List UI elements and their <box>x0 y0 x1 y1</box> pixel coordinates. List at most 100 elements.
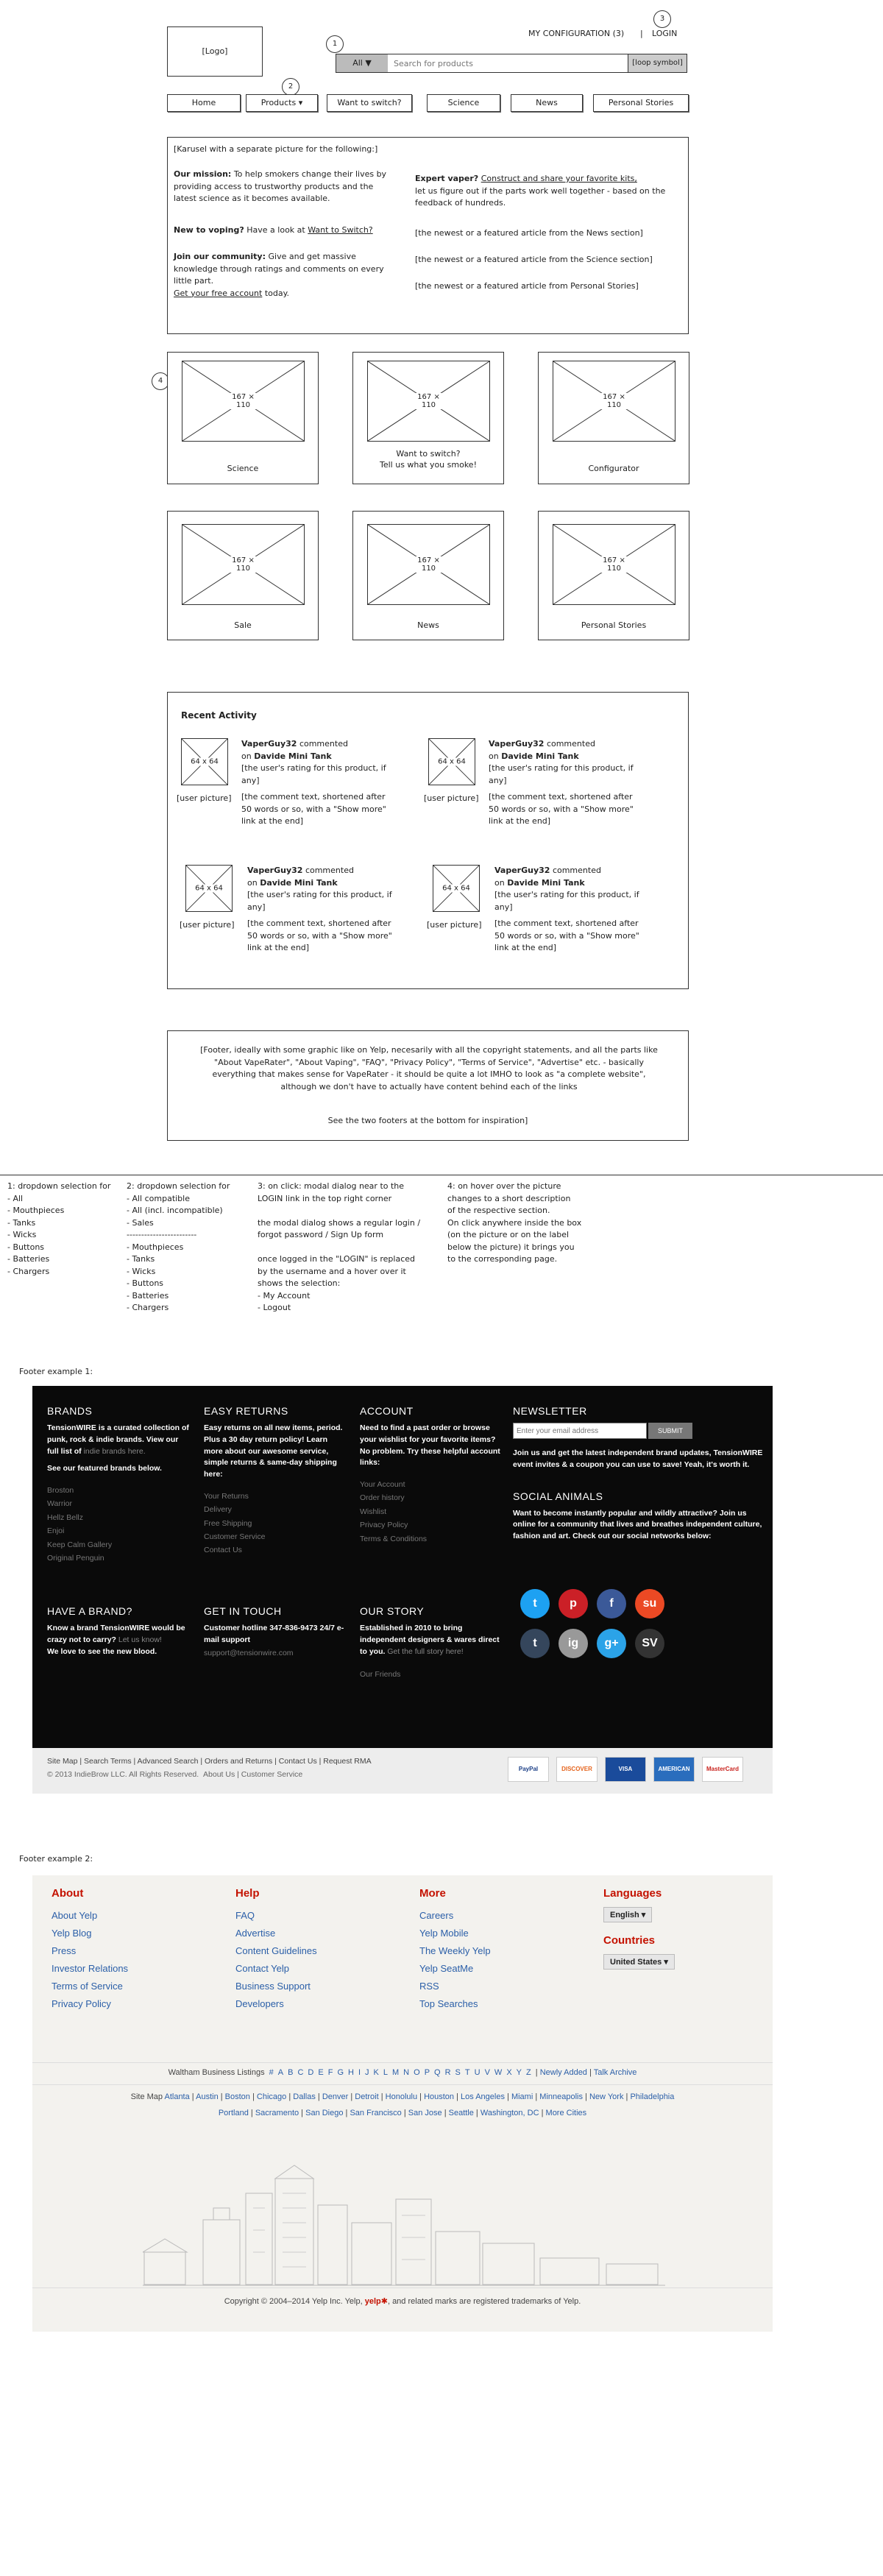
carousel-item-stories[interactable]: [the newest or a featured article from P… <box>415 280 639 293</box>
social-icon[interactable]: t <box>520 1629 550 1658</box>
account-link[interactable]: Wishlist <box>360 1505 504 1518</box>
brand-link[interactable]: Hellz Bellz <box>47 1511 191 1524</box>
city-link[interactable]: Los Angeles <box>461 2092 505 2101</box>
carousel-item-news[interactable]: [the newest or a featured article from t… <box>415 227 643 240</box>
nav-news[interactable]: News <box>511 94 583 112</box>
talk-archive-link[interactable]: Talk Archive <box>594 2068 637 2077</box>
newsletter-email-input[interactable] <box>513 1423 647 1439</box>
returns-link[interactable]: Contact Us <box>204 1543 348 1557</box>
city-link[interactable]: Honolulu <box>386 2092 417 2101</box>
social-icon[interactable]: su <box>635 1589 664 1618</box>
city-link[interactable]: Atlanta <box>164 2092 189 2101</box>
language-select[interactable]: English ▾ <box>603 1907 653 1922</box>
construct-kits-link[interactable]: Construct and share your favorite kits, <box>481 174 637 183</box>
nav-home[interactable]: Home <box>167 94 241 112</box>
letter-link[interactable]: Y <box>517 2068 522 2077</box>
about-link[interactable]: Investor Relations <box>52 1960 128 1978</box>
user-avatar[interactable]: 64 x 64 <box>428 738 475 785</box>
free-account-link[interactable]: Get your free account <box>174 289 262 298</box>
city-link[interactable]: Dallas <box>293 2092 316 2101</box>
letter-link[interactable]: # <box>269 2068 274 2077</box>
country-select[interactable]: United States ▾ <box>603 1954 675 1970</box>
my-configuration-link[interactable]: MY CONFIGURATION (3) <box>528 28 624 40</box>
letter-link[interactable]: N <box>403 2068 409 2077</box>
city-link[interactable]: Detroit <box>355 2092 378 2101</box>
returns-link[interactable]: Customer Service <box>204 1530 348 1543</box>
letter-link[interactable]: C <box>297 2068 303 2077</box>
letter-link[interactable]: E <box>318 2068 323 2077</box>
about-link[interactable]: Press <box>52 1942 128 1960</box>
help-link[interactable]: Advertise <box>235 1925 317 1942</box>
help-link[interactable]: FAQ <box>235 1907 317 1925</box>
letter-link[interactable]: P <box>425 2068 430 2077</box>
carousel-item-science[interactable]: [the newest or a featured article from t… <box>415 254 653 266</box>
letter-link[interactable]: R <box>445 2068 451 2077</box>
more-link[interactable]: Yelp Mobile <box>419 1925 491 1942</box>
about-link[interactable]: About Yelp <box>52 1907 128 1925</box>
city-link[interactable]: Chicago <box>257 2092 286 2101</box>
account-link[interactable]: Privacy Policy <box>360 1518 504 1532</box>
about-link[interactable]: Privacy Policy <box>52 1995 128 2013</box>
letter-link[interactable]: O <box>414 2068 420 2077</box>
account-link[interactable]: Terms & Conditions <box>360 1532 504 1546</box>
letter-link[interactable]: A <box>278 2068 283 2077</box>
city-link[interactable]: New York <box>589 2092 623 2101</box>
city-link[interactable]: Portland <box>219 2109 249 2117</box>
tile-want-to-switch[interactable]: 167 × 110 Want to switch? Tell us what yo… <box>352 352 504 484</box>
user-link[interactable]: VaperGuy32 <box>241 739 297 749</box>
social-icon[interactable]: p <box>558 1589 588 1618</box>
social-icon[interactable]: ig <box>558 1629 588 1658</box>
tile-sale[interactable]: 167 × 110 Sale <box>167 511 319 640</box>
newsletter-submit-button[interactable]: SUBMIT <box>648 1423 692 1439</box>
product-link[interactable]: Davide Mini Tank <box>260 878 337 888</box>
brand-link[interactable]: Enjoi <box>47 1524 191 1538</box>
city-link[interactable]: Philadelphia <box>630 2092 674 2101</box>
tile-science[interactable]: 167 × 110 Science <box>167 352 319 484</box>
category-dropdown[interactable]: All ▼ <box>336 54 388 72</box>
story-link[interactable]: Get the full story here! <box>387 1647 463 1656</box>
letter-link[interactable]: T <box>465 2068 470 2077</box>
tile-news[interactable]: 167 × 110 News <box>352 511 504 640</box>
search-input[interactable] <box>394 57 614 70</box>
indie-brands-link[interactable]: indie brands here. <box>84 1447 146 1456</box>
letter-link[interactable]: Z <box>526 2068 531 2077</box>
about-link[interactable]: Yelp Blog <box>52 1925 128 1942</box>
city-link[interactable]: Seattle <box>449 2109 474 2117</box>
city-link[interactable]: Sacramento <box>255 2109 299 2117</box>
help-link[interactable]: Contact Yelp <box>235 1960 317 1978</box>
more-link[interactable]: Yelp SeatMe <box>419 1960 491 1978</box>
more-link[interactable]: The Weekly Yelp <box>419 1942 491 1960</box>
user-avatar[interactable]: 64 x 64 <box>185 865 233 912</box>
letter-link[interactable]: X <box>506 2068 511 2077</box>
help-link[interactable]: Content Guidelines <box>235 1942 317 1960</box>
bottom-links[interactable]: Site Map | Search Terms | Advanced Searc… <box>47 1757 372 1766</box>
logo[interactable]: [Logo] <box>167 26 263 77</box>
city-link[interactable]: More Cities <box>546 2109 587 2117</box>
help-link[interactable]: Developers <box>235 1995 317 2013</box>
city-link[interactable]: San Jose <box>408 2109 442 2117</box>
more-link[interactable]: Careers <box>419 1907 491 1925</box>
user-avatar[interactable]: 64 x 64 <box>181 738 228 785</box>
social-icon[interactable]: SV <box>635 1629 664 1658</box>
brand-link[interactable]: Warrior <box>47 1497 191 1510</box>
account-link[interactable]: Order history <box>360 1491 504 1504</box>
let-us-know-link[interactable]: Let us know! <box>118 1635 162 1644</box>
nav-personal-stories[interactable]: Personal Stories <box>593 94 689 112</box>
returns-link[interactable]: Delivery <box>204 1503 348 1516</box>
more-link[interactable]: Top Searches <box>419 1995 491 2013</box>
letter-link[interactable]: D <box>308 2068 313 2077</box>
more-link[interactable]: RSS <box>419 1978 491 1995</box>
returns-link[interactable]: Your Returns <box>204 1490 348 1503</box>
user-avatar[interactable]: 64 x 64 <box>433 865 480 912</box>
account-link[interactable]: Your Account <box>360 1478 504 1491</box>
brand-link[interactable]: Original Penguin <box>47 1551 191 1565</box>
help-link[interactable]: Business Support <box>235 1978 317 1995</box>
search-button[interactable]: [loop symbol] <box>628 54 687 72</box>
login-link[interactable]: LOGIN <box>652 28 677 40</box>
nav-products[interactable]: Products ▾ <box>246 94 318 112</box>
letter-link[interactable]: W <box>494 2068 502 2077</box>
letter-link[interactable]: F <box>328 2068 333 2077</box>
newly-added-link[interactable]: Newly Added <box>540 2068 587 2077</box>
returns-link[interactable]: Free Shipping <box>204 1517 348 1530</box>
nav-want-to-switch[interactable]: Want to switch? <box>327 94 412 112</box>
